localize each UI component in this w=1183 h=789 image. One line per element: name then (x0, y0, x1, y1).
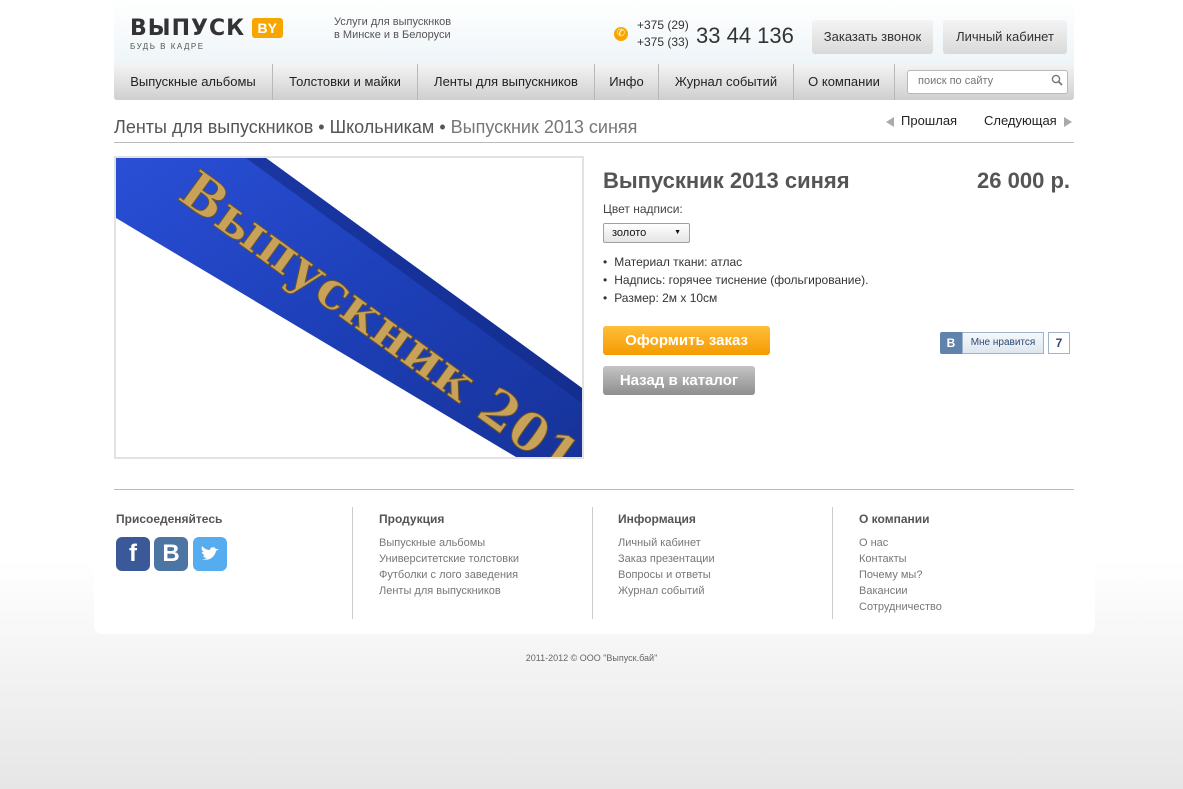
vkontakte-icon: В (940, 332, 962, 354)
footer-company-title: О компании (859, 512, 930, 526)
twitter-bird-glyph (201, 546, 219, 560)
order-button[interactable]: Оформить заказ (603, 326, 770, 355)
search-input[interactable] (916, 74, 1045, 88)
breadcrumb-schoolchildren[interactable]: Школьникам (330, 117, 435, 137)
footer-info: Информация Личный кабинет Заказ презента… (618, 512, 715, 599)
nav-item-hoodies[interactable]: Толстовки и майки (273, 64, 418, 100)
color-select-value: золото (612, 227, 647, 239)
footer-company: О компании О нас Контакты Почему мы? Вак… (859, 512, 942, 615)
feature-list: Материал ткани: атлас Надпись: горячее т… (603, 253, 868, 307)
phone-codes: +375 (29) +375 (33) (637, 17, 689, 51)
footer-link[interactable]: Сотрудничество (859, 599, 942, 615)
footer-link[interactable]: Выпускные альбомы (379, 535, 519, 551)
footer-separator (352, 507, 353, 619)
footer-link[interactable]: Ленты для выпускников (379, 583, 519, 599)
footer-divider (114, 489, 1074, 490)
product-price: 26 000 р. (977, 168, 1070, 193)
dropdown-arrow-icon: ▼ (674, 229, 681, 236)
footer-link[interactable]: Заказ презентации (618, 551, 715, 567)
breadcrumb: Ленты для выпускников • Школьникам • Вып… (114, 117, 637, 138)
vk-like-button[interactable]: Мне нравится (962, 332, 1044, 354)
search-icon[interactable] (1051, 74, 1063, 86)
feature-item: Надпись: горячее тиснение (фольгирование… (603, 271, 868, 289)
copyright: 2011-2012 © ООО "Выпуск.бай" (525, 653, 658, 663)
feature-item: Материал ткани: атлас (603, 253, 868, 271)
prev-label: Прошлая (901, 113, 958, 128)
twitter-icon[interactable] (193, 537, 227, 571)
main-nav: Выпускные альбомы Толстовки и майки Лент… (114, 64, 1074, 100)
footer-link[interactable]: Почему мы? (859, 567, 942, 583)
tagline-line1: Услуги для выпускнков (334, 16, 452, 28)
facebook-icon[interactable]: f (116, 537, 150, 571)
logo-tagline: БУДЬ В КАДРЕ (130, 42, 205, 51)
phone-number: 33 44 136 (696, 23, 794, 48)
breadcrumb-current: Выпускник 2013 синяя (450, 117, 638, 137)
phone-code-1: +375 (29) (637, 18, 689, 32)
prev-link[interactable]: Прошлая (886, 113, 957, 128)
site-header: ВЫПУСК BY БУДЬ В КАДРЕ Услуги для выпуск… (114, 0, 1074, 64)
logo-badge: BY (251, 18, 283, 38)
next-link[interactable]: Следующая (984, 113, 1072, 128)
phone-icon: ✆ (614, 27, 628, 41)
footer-info-title: Информация (618, 512, 696, 526)
color-label: Цвет надписи: (603, 202, 683, 216)
footer-link[interactable]: Личный кабинет (618, 535, 715, 551)
back-to-catalog-button[interactable]: Назад в каталог (603, 366, 755, 395)
footer-separator (592, 507, 593, 619)
footer-link[interactable]: Футболки с лого заведения (379, 567, 519, 583)
product-image[interactable]: Выпускник 2013 (114, 156, 584, 459)
order-call-button[interactable]: Заказать звонок (812, 20, 933, 54)
ribbon-illustration: Выпускник 2013 (116, 158, 582, 457)
footer-link[interactable]: Журнал событий (618, 583, 715, 599)
search-box (907, 70, 1068, 94)
feature-item: Размер: 2м х 10см (603, 289, 868, 307)
breadcrumb-separator: • (313, 117, 330, 137)
product-title: Выпускник 2013 синяя (603, 168, 850, 193)
nav-item-events[interactable]: Журнал событий (659, 64, 794, 100)
breadcrumb-separator: • (434, 117, 451, 137)
breadcrumb-ribbons[interactable]: Ленты для выпускников (114, 117, 313, 137)
footer-separator (832, 507, 833, 619)
color-select[interactable]: золото ▼ (603, 223, 690, 243)
tagline-line2: в Минске и в Белоруси (334, 29, 451, 41)
phone-code-2: +375 (33) (637, 35, 689, 49)
nav-item-company[interactable]: О компании (794, 64, 895, 100)
footer-products-title: Продукция (379, 512, 445, 526)
footer-link[interactable]: О нас (859, 535, 942, 551)
footer-link[interactable]: Университетские толстовки (379, 551, 519, 567)
footer-link[interactable]: Вакансии (859, 583, 942, 599)
footer-link[interactable]: Контакты (859, 551, 942, 567)
arrow-left-icon (886, 116, 894, 127)
breadcrumb-divider (114, 142, 1074, 143)
nav-item-info[interactable]: Инфо (595, 64, 659, 100)
personal-cabinet-button[interactable]: Личный кабинет (943, 20, 1067, 54)
nav-item-albums[interactable]: Выпускные альбомы (114, 64, 273, 100)
vk-like-count: 7 (1048, 332, 1070, 354)
footer-join: Присоеденяйтесь (116, 512, 222, 535)
footer-products: Продукция Выпускные альбомы Университетс… (379, 512, 519, 599)
footer-link[interactable]: Вопросы и ответы (618, 567, 715, 583)
logo-word: ВЫПУСК (130, 16, 246, 41)
vkontakte-icon[interactable]: B (154, 537, 188, 571)
nav-item-ribbons[interactable]: Ленты для выпускников (418, 64, 595, 100)
site-tagline: Услуги для выпускнков в Минске и в Белор… (334, 16, 451, 42)
ribbon-text: Выпускник 2013 (168, 159, 582, 457)
footer-join-title: Присоеденяйтесь (116, 512, 223, 526)
arrow-right-icon (1063, 116, 1072, 127)
next-label: Следующая (984, 113, 1057, 128)
site-logo[interactable]: ВЫПУСК BY БУДЬ В КАДРЕ (130, 18, 283, 51)
